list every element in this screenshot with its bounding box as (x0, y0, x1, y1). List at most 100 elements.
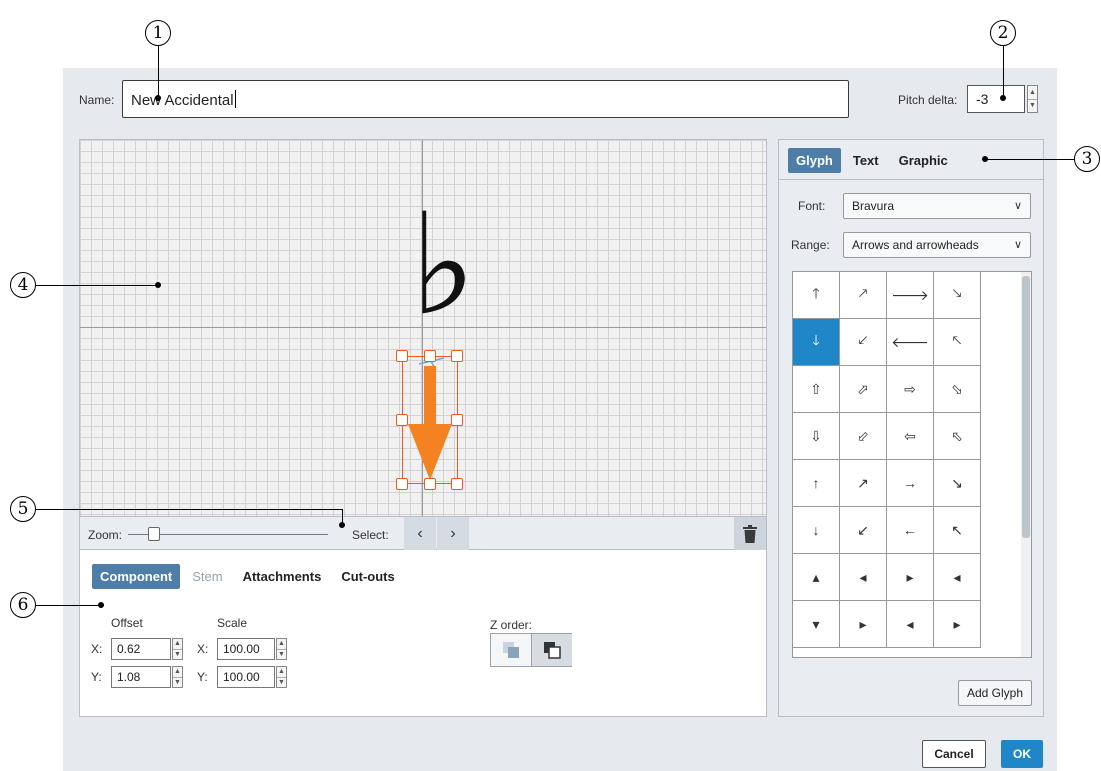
offset-y-field[interactable]: 1.08 (111, 666, 171, 688)
glyph-cell[interactable]: ▸ (840, 601, 887, 648)
glyph-cell[interactable]: ⇩ (793, 413, 840, 460)
glyph-cell[interactable]: ◂ (887, 601, 934, 648)
resize-handle[interactable] (396, 414, 408, 426)
range-dropdown[interactable]: Arrows and arrowheads ∨ (843, 232, 1031, 258)
chevron-up-icon[interactable]: ▲ (173, 639, 182, 649)
leader-line-4 (36, 285, 158, 286)
callout-1: 1 (145, 20, 171, 46)
name-input[interactable]: New Accidental (122, 80, 849, 118)
chevron-up-icon[interactable]: ▲ (1028, 86, 1037, 99)
ok-button[interactable]: OK (1001, 740, 1043, 768)
zoom-toolbar: Zoom: Select: ‹ › (80, 516, 766, 550)
leader-dot-3 (982, 156, 988, 162)
chevron-up-icon[interactable]: ▲ (277, 639, 286, 649)
leader-dot-6 (98, 602, 104, 608)
leader-line-5 (36, 509, 342, 510)
glyph-cell[interactable]: 🡐 (887, 319, 934, 366)
glyph-cell[interactable]: ⇧ (793, 366, 840, 413)
resize-handle[interactable] (424, 350, 436, 362)
name-label: Name: (79, 93, 115, 107)
tab-graphic[interactable]: Graphic (891, 148, 956, 173)
scale-label: Scale (217, 616, 248, 630)
glyph-cell[interactable]: 🡒 (887, 272, 934, 319)
font-dropdown[interactable]: Bravura ∨ (843, 193, 1031, 219)
offset-x-value: 0.62 (117, 642, 141, 656)
chevron-down-icon[interactable]: ▼ (277, 648, 286, 660)
offset-x-stepper[interactable]: ▲ ▼ (172, 638, 183, 660)
glyph-cell[interactable]: 🡑 (793, 272, 840, 319)
glyph-cell[interactable]: ▸ (934, 601, 981, 648)
scale-x-field[interactable]: 100.00 (217, 638, 275, 660)
resize-handle[interactable] (396, 350, 408, 362)
select-next-button[interactable]: › (437, 517, 469, 550)
glyph-cell[interactable]: 🡗 (840, 319, 887, 366)
callout-2: 2 (990, 20, 1016, 46)
scroll-thumb[interactable] (1022, 276, 1030, 538)
resize-handle[interactable] (424, 478, 436, 490)
resize-handle[interactable] (451, 350, 463, 362)
pitch-delta-stepper[interactable]: ▲ ▼ (1027, 85, 1038, 113)
resize-handle[interactable] (396, 478, 408, 490)
glyph-cell[interactable]: ◂ (934, 554, 981, 601)
glyph-cell[interactable]: ↙ (840, 507, 887, 554)
flat-glyph[interactable]: ♭ (410, 196, 476, 336)
editor-grid-canvas[interactable]: ♭ (80, 140, 766, 516)
pitch-delta-input[interactable]: -3 (967, 85, 1025, 113)
glyph-cell[interactable]: 🡓 (793, 319, 840, 366)
tab-component[interactable]: Component (92, 564, 181, 589)
offset-x-label: X: (91, 642, 103, 656)
glyph-cell[interactable]: → (887, 460, 934, 507)
component-tabs: Component Stem Attachments Cut-outs (92, 564, 403, 589)
select-previous-button[interactable]: ‹ (404, 517, 436, 550)
glyph-scrollbar[interactable] (1021, 272, 1031, 657)
leader-line-2 (1003, 46, 1004, 98)
chevron-down-icon[interactable]: ▼ (1028, 98, 1037, 113)
glyph-cell[interactable]: ⇦ (887, 413, 934, 460)
tab-stem[interactable]: Stem (184, 564, 230, 589)
scale-x-stepper[interactable]: ▲ ▼ (276, 638, 287, 660)
scale-x-value: 100.00 (223, 642, 260, 656)
scale-y-field[interactable]: 100.00 (217, 666, 275, 688)
chevron-up-icon[interactable]: ▲ (277, 667, 286, 677)
bring-forward-icon[interactable] (531, 634, 572, 666)
add-glyph-button[interactable]: Add Glyph (958, 680, 1032, 706)
cancel-button[interactable]: Cancel (922, 740, 986, 768)
tab-text[interactable]: Text (845, 148, 887, 173)
tab-cut-outs[interactable]: Cut-outs (333, 564, 402, 589)
glyph-cell[interactable]: ↗ (840, 460, 887, 507)
glyph-cell[interactable]: 🡔 (934, 319, 981, 366)
chevron-down-icon[interactable]: ▼ (173, 648, 182, 660)
glyph-cell[interactable]: ↓ (793, 507, 840, 554)
glyph-cell[interactable]: ▴ (793, 554, 840, 601)
callout-4: 4 (10, 272, 36, 298)
chevron-down-icon[interactable]: ▼ (277, 676, 286, 688)
glyph-cell[interactable]: ▾ (793, 601, 840, 648)
glyph-cell[interactable]: ◂ (840, 554, 887, 601)
glyph-cell[interactable]: ⬀ (840, 366, 887, 413)
glyph-cell[interactable]: 🡕 (840, 272, 887, 319)
chevron-up-icon[interactable]: ▲ (173, 667, 182, 677)
glyph-cell[interactable]: ▸ (887, 554, 934, 601)
glyph-cell[interactable]: 🡖 (934, 272, 981, 319)
range-label: Range: (791, 238, 830, 252)
glyph-cell[interactable]: ⬁ (934, 413, 981, 460)
chevron-down-icon[interactable]: ▼ (173, 676, 182, 688)
offset-x-field[interactable]: 0.62 (111, 638, 171, 660)
send-backward-icon[interactable] (491, 634, 531, 666)
glyph-cell[interactable]: ⬂ (934, 366, 981, 413)
tab-attachments[interactable]: Attachments (235, 564, 330, 589)
zoom-slider-thumb[interactable] (148, 527, 160, 541)
glyph-cell[interactable]: ↖ (934, 507, 981, 554)
offset-y-stepper[interactable]: ▲ ▼ (172, 666, 183, 688)
glyph-cell[interactable]: ↑ (793, 460, 840, 507)
glyph-cell[interactable]: ⬃ (840, 413, 887, 460)
scale-y-stepper[interactable]: ▲ ▼ (276, 666, 287, 688)
leader-dot-2 (1000, 95, 1006, 101)
glyph-cell[interactable]: ↘ (934, 460, 981, 507)
tab-glyph[interactable]: Glyph (788, 148, 841, 173)
trash-icon[interactable] (734, 517, 766, 550)
glyph-cell[interactable]: ⇨ (887, 366, 934, 413)
resize-handle[interactable] (451, 414, 463, 426)
glyph-cell[interactable]: ← (887, 507, 934, 554)
resize-handle[interactable] (451, 478, 463, 490)
